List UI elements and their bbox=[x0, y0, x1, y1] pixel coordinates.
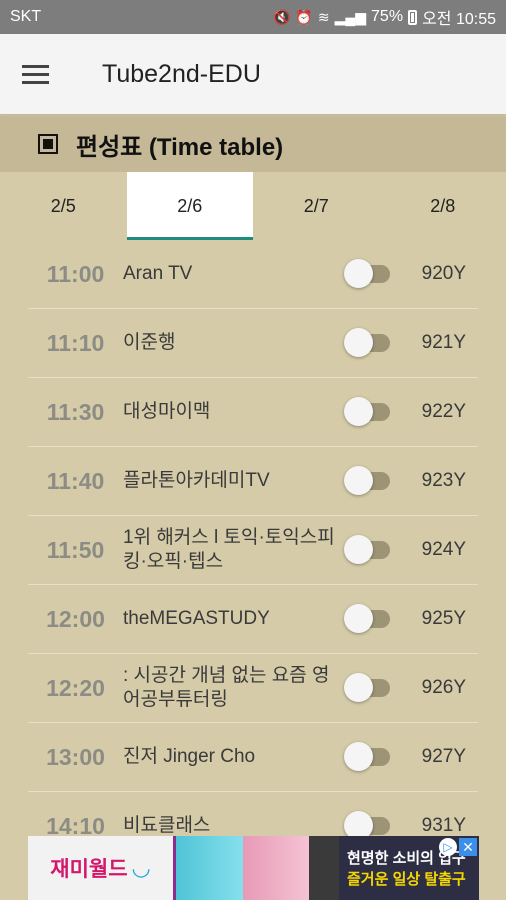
schedule-row: 11:10 이준행 921Y bbox=[28, 309, 478, 378]
tab-date-1[interactable]: 2/5 bbox=[0, 172, 127, 240]
channel-number: 926Y bbox=[421, 677, 466, 698]
wifi-icon: ≋ bbox=[317, 8, 330, 25]
alarm-toggle[interactable] bbox=[344, 259, 390, 288]
program-name: 비됴클래스 bbox=[123, 815, 211, 836]
ad-brand-text: 재미월드 bbox=[50, 858, 128, 881]
tab-date-2[interactable]: 2/6 bbox=[126, 172, 253, 240]
program-time: 12:00 bbox=[46, 605, 105, 632]
program-time: 12:20 bbox=[46, 674, 105, 701]
ad-line-2: 즐거운 일상 탈출구 bbox=[347, 871, 466, 888]
ad-banner[interactable]: 재미월드 ◡ 현명한 소비의 입구 즐거운 일상 탈출구 ▷ ✕ bbox=[28, 836, 479, 900]
app-title: Tube2nd-EDU bbox=[102, 59, 261, 88]
carrier-label: SKT bbox=[10, 8, 42, 25]
schedule-row: 11:00 Aran TV 920Y bbox=[28, 240, 478, 309]
alarm-toggle[interactable] bbox=[344, 811, 390, 840]
status-icons: 🔇 ⏰ ≋ ▂▄▆ 75% 오전 10:55 bbox=[273, 5, 496, 29]
section-header: 편성표 (Time table) bbox=[0, 116, 506, 172]
schedule-row: 11:30 대성마이맥 922Y bbox=[28, 378, 478, 447]
channel-number: 931Y bbox=[421, 815, 466, 836]
tab-date-4[interactable]: 2/8 bbox=[380, 172, 506, 240]
program-name: theMEGASTUDY bbox=[123, 608, 270, 629]
channel-number: 920Y bbox=[421, 263, 466, 284]
schedule-row: 11:40 플라톤아카데미TV 923Y bbox=[28, 447, 478, 516]
square-icon bbox=[38, 134, 58, 154]
date-tabs: 2/5 2/6 2/7 2/8 bbox=[0, 172, 506, 240]
ad-text: 현명한 소비의 입구 즐거운 일상 탈출구 bbox=[339, 836, 479, 900]
channel-number: 927Y bbox=[421, 746, 466, 767]
smile-icon: ◡ bbox=[131, 855, 151, 880]
alarm-toggle[interactable] bbox=[344, 535, 390, 564]
alarm-toggle[interactable] bbox=[344, 328, 390, 357]
schedule-list: 11:00 Aran TV 920Y 11:10 이준행 921Y 11:30 … bbox=[28, 240, 478, 861]
battery-icon bbox=[408, 9, 418, 25]
ad-image bbox=[176, 836, 339, 900]
program-name: 1위 해커스 l 토익·토익스피킹·오픽·텝스 bbox=[123, 527, 335, 572]
status-bar: SKT 🔇 ⏰ ≋ ▂▄▆ 75% 오전 10:55 bbox=[0, 0, 506, 34]
program-time: 11:00 bbox=[46, 260, 105, 287]
clock: 오전 10:55 bbox=[422, 11, 496, 28]
battery-percent: 75% bbox=[371, 8, 404, 25]
program-name: 이준행 bbox=[123, 332, 176, 353]
program-name: : 시공간 개념 없는 요즘 영어공부튜터링 bbox=[123, 665, 330, 710]
section-title: 편성표 (Time table) bbox=[76, 133, 284, 161]
alarm-toggle[interactable] bbox=[344, 397, 390, 426]
program-time: 11:30 bbox=[46, 398, 105, 425]
channel-number: 924Y bbox=[421, 539, 466, 560]
alarm-icon: ⏰ bbox=[295, 8, 313, 25]
program-time: 11:10 bbox=[46, 329, 105, 356]
signal-icon: ▂▄▆ bbox=[334, 8, 367, 25]
program-name: 진저 Jinger Cho bbox=[123, 746, 256, 767]
program-name: 대성마이맥 bbox=[123, 401, 211, 422]
schedule-row: 12:20 : 시공간 개념 없는 요즘 영어공부튜터링 926Y bbox=[28, 654, 478, 723]
ad-info-icon[interactable]: ▷ bbox=[439, 838, 457, 856]
channel-number: 922Y bbox=[421, 401, 466, 422]
program-time: 11:50 bbox=[46, 536, 105, 563]
alarm-toggle[interactable] bbox=[344, 604, 390, 633]
schedule-row: 13:00 진저 Jinger Cho 927Y bbox=[28, 723, 478, 792]
menu-icon[interactable] bbox=[22, 54, 62, 94]
tab-date-3[interactable]: 2/7 bbox=[253, 172, 380, 240]
channel-number: 921Y bbox=[421, 332, 466, 353]
alarm-toggle[interactable] bbox=[344, 673, 390, 702]
schedule-row: 11:50 1위 해커스 l 토익·토익스피킹·오픽·텝스 924Y bbox=[28, 516, 478, 585]
program-time: 13:00 bbox=[46, 743, 105, 770]
channel-number: 923Y bbox=[421, 470, 466, 491]
mute-icon: 🔇 bbox=[272, 8, 291, 25]
schedule-row: 12:00 theMEGASTUDY 925Y bbox=[28, 585, 478, 654]
program-time: 11:40 bbox=[46, 467, 105, 494]
app-bar: Tube2nd-EDU bbox=[0, 34, 506, 114]
channel-number: 925Y bbox=[421, 608, 466, 629]
ad-brand: 재미월드 ◡ bbox=[28, 836, 176, 900]
ad-close-icon[interactable]: ✕ bbox=[459, 838, 477, 856]
program-name: Aran TV bbox=[123, 263, 193, 284]
program-name: 플라톤아카데미TV bbox=[123, 470, 270, 491]
alarm-toggle[interactable] bbox=[344, 742, 390, 771]
alarm-toggle[interactable] bbox=[344, 466, 390, 495]
